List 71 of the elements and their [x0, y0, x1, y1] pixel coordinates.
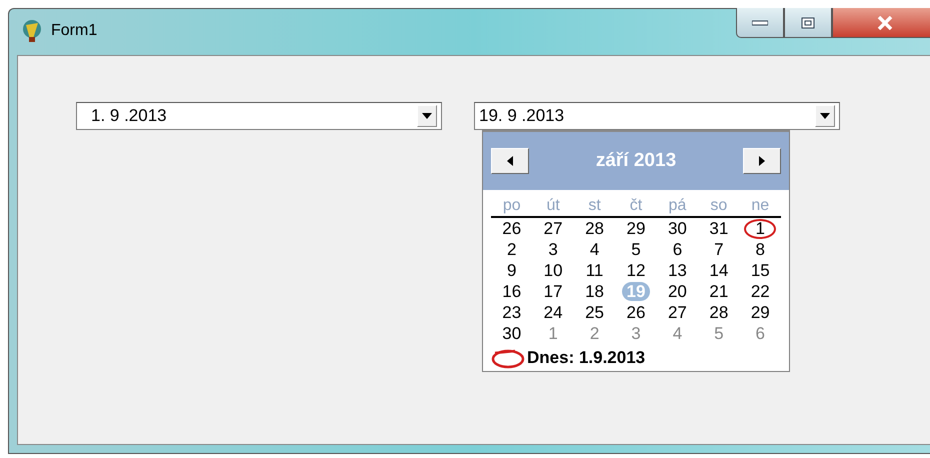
day-cell[interactable]: 2 — [506, 240, 516, 259]
close-button[interactable] — [832, 8, 930, 38]
dropdown-button[interactable] — [417, 105, 437, 127]
day-cell[interactable]: 2 — [590, 324, 600, 343]
day-cell[interactable]: 9 — [506, 261, 516, 280]
date-picker-field[interactable]: 19. 9 .2013 — [474, 102, 840, 130]
day-cell[interactable]: 5 — [714, 324, 724, 343]
day-cell[interactable]: 5 — [631, 240, 641, 259]
day-cell[interactable]: 10 — [544, 261, 563, 280]
caret-down-icon — [820, 113, 830, 119]
day-cell[interactable]: 30 — [502, 324, 522, 343]
day-cell[interactable]: 18 — [585, 282, 604, 301]
day-cell[interactable]: 1 — [756, 219, 765, 238]
day-cell[interactable]: 16 — [502, 282, 522, 301]
day-cell[interactable]: 14 — [709, 261, 728, 280]
date-picker-field[interactable]: 1. 9 .2013 — [76, 102, 442, 130]
day-cell[interactable]: 26 — [626, 303, 646, 322]
day-cell[interactable]: 27 — [544, 219, 563, 238]
weekday-label: čt — [628, 196, 644, 216]
weekday-label: pá — [668, 196, 688, 216]
minimize-button[interactable] — [736, 8, 784, 38]
day-cell[interactable]: 22 — [750, 282, 770, 301]
weekday-label: út — [545, 196, 561, 216]
close-icon — [877, 16, 893, 30]
day-cell[interactable]: 12 — [626, 261, 646, 280]
caret-down-icon — [422, 113, 432, 119]
month-title: září 2013 — [596, 150, 676, 172]
day-cell[interactable]: 8 — [756, 240, 765, 259]
day-cell[interactable]: 20 — [668, 282, 687, 301]
day-cell[interactable]: 25 — [585, 303, 604, 322]
maximize-button[interactable] — [784, 8, 832, 38]
day-cell[interactable]: 28 — [585, 219, 604, 238]
day-cell[interactable]: 29 — [626, 219, 646, 238]
day-cell[interactable]: 15 — [750, 261, 770, 280]
minimize-icon — [752, 20, 768, 26]
day-cell[interactable]: 24 — [544, 303, 563, 322]
today-link[interactable]: Dnes: 1.9.2013 — [527, 348, 646, 368]
app-icon — [21, 19, 43, 43]
triangle-left-icon — [507, 156, 513, 166]
day-cell[interactable]: 6 — [672, 240, 682, 259]
maximize-icon — [801, 16, 815, 28]
weekday-label: ne — [750, 196, 770, 216]
day-cell[interactable]: 13 — [668, 261, 687, 280]
day-cell[interactable]: 11 — [586, 261, 604, 280]
day-cell[interactable]: 27 — [668, 303, 687, 322]
date-value: 19. 9 .2013 — [479, 106, 566, 126]
weekday-label: so — [709, 196, 728, 216]
today-marker-icon — [491, 347, 525, 369]
dropdown-button[interactable] — [815, 105, 835, 127]
day-cell[interactable]: 17 — [544, 282, 563, 301]
day-cell[interactable]: 26 — [502, 219, 522, 238]
day-cell[interactable]: 7 — [714, 240, 724, 259]
next-month-button[interactable] — [742, 148, 781, 174]
weekday-label: po — [502, 196, 522, 216]
day-cell[interactable]: 23 — [502, 303, 522, 322]
weekday-label: st — [587, 196, 602, 216]
window-title: Form1 — [51, 22, 98, 40]
date-value: 1. 9 .2013 — [91, 106, 168, 126]
day-cell[interactable]: 6 — [756, 324, 765, 343]
day-cell[interactable]: 4 — [590, 240, 600, 259]
day-cell[interactable]: 1 — [548, 324, 558, 343]
day-cell[interactable]: 29 — [750, 303, 770, 322]
day-cell[interactable]: 28 — [709, 303, 728, 322]
day-cell[interactable]: 21 — [709, 282, 728, 301]
day-cell[interactable]: 4 — [672, 324, 682, 343]
day-cell[interactable]: 31 — [709, 219, 728, 238]
previous-month-button[interactable] — [491, 148, 529, 174]
day-cell[interactable]: 3 — [548, 240, 558, 259]
triangle-right-icon — [758, 156, 765, 166]
day-cell[interactable]: 3 — [631, 324, 641, 343]
day-cell[interactable]: 30 — [668, 219, 687, 238]
